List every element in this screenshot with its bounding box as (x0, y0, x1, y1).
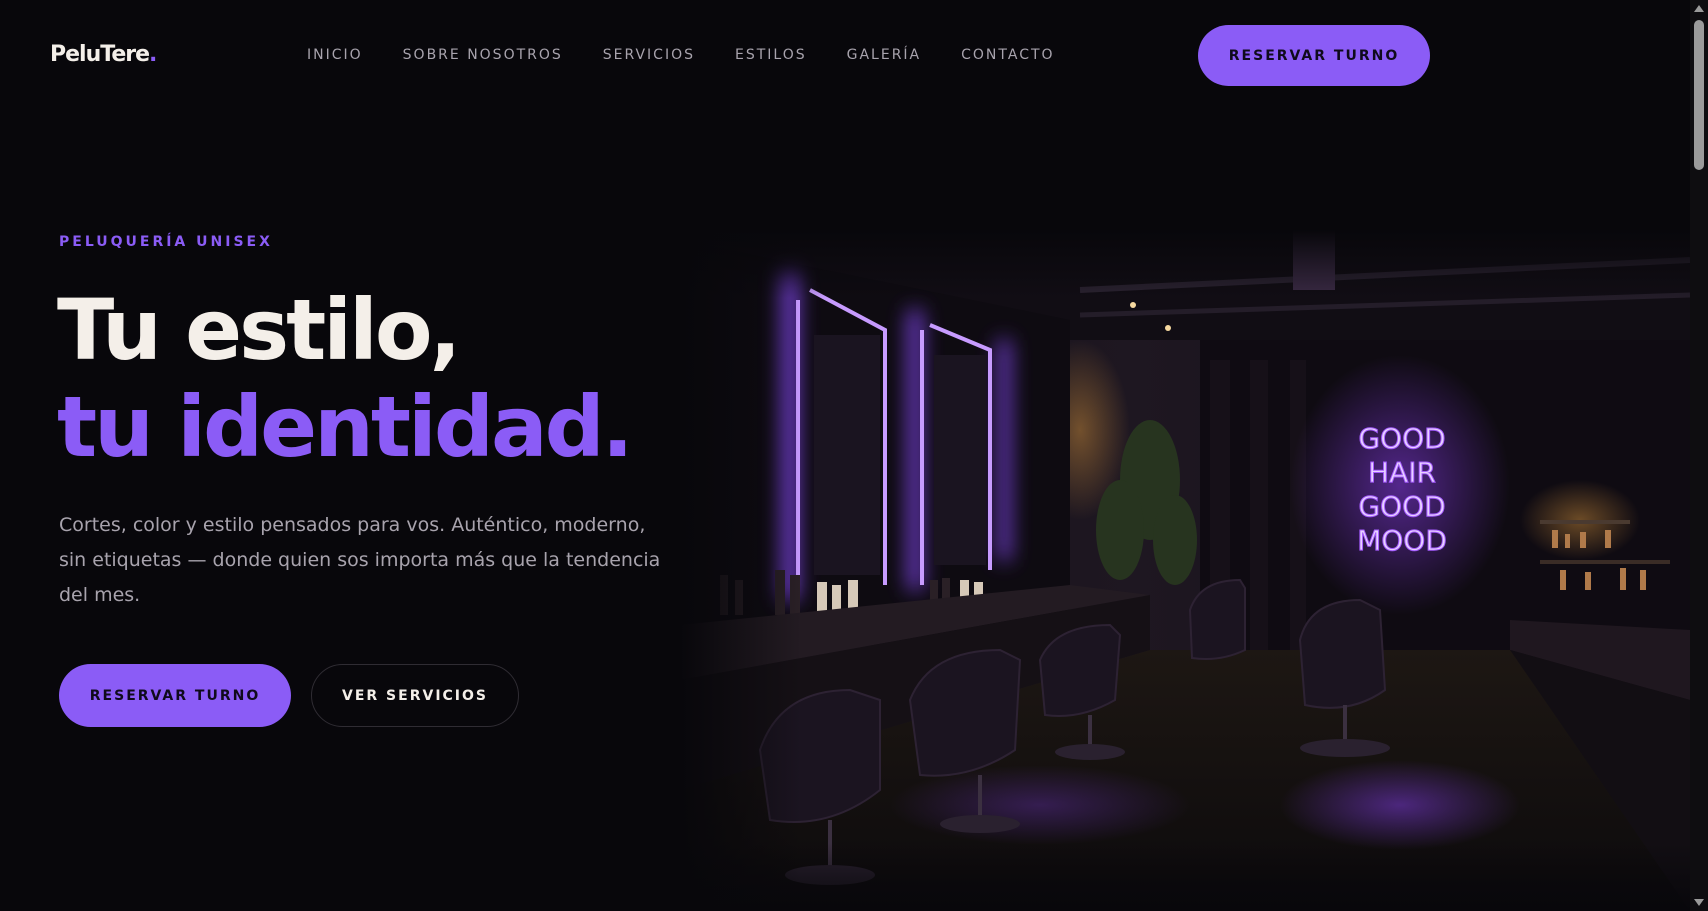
main-nav: INICIO SOBRE NOSOTROS SERVICIOS ESTILOS … (307, 47, 1055, 63)
hero-eyebrow: PELUQUERÍA UNISEX (59, 234, 273, 250)
neon-line-4: MOOD (1357, 524, 1447, 557)
nav-item-contacto[interactable]: CONTACTO (961, 47, 1054, 63)
nav-item-galeria[interactable]: GALERÍA (847, 47, 922, 63)
hero-title-line-2: tu identidad. (57, 378, 634, 476)
scroll-down-icon[interactable] (1694, 899, 1704, 906)
brand-logo[interactable]: PeluTere. (50, 42, 157, 67)
hero-salon-image: GOOD HAIR GOOD MOOD (680, 230, 1690, 911)
nav-item-estilos[interactable]: ESTILOS (735, 47, 807, 63)
nav-item-inicio[interactable]: INICIO (307, 47, 363, 63)
hero-book-button[interactable]: RESERVAR TURNO (59, 664, 291, 727)
neon-line-1: GOOD (1358, 422, 1445, 455)
nav-item-sobre-nosotros[interactable]: SOBRE NOSOTROS (403, 47, 563, 63)
landing-page: PeluTere. INICIO SOBRE NOSOTROS SERVICIO… (0, 0, 1708, 911)
hero-description: Cortes, color y estilo pensados para vos… (59, 514, 661, 606)
scrollbar-thumb[interactable] (1694, 20, 1704, 170)
hero-title: Tu estilo, tu identidad. (57, 281, 634, 476)
neon-line-2: HAIR (1368, 456, 1436, 489)
view-services-button[interactable]: VER SERVICIOS (311, 664, 519, 727)
neon-line-3: GOOD (1358, 490, 1445, 523)
brand-name: PeluTere (50, 42, 150, 67)
hero-title-line-1: Tu estilo, (57, 281, 461, 379)
header-book-button[interactable]: RESERVAR TURNO (1198, 25, 1430, 86)
page-scrollbar[interactable] (1690, 0, 1708, 911)
scroll-up-icon[interactable] (1694, 5, 1704, 12)
brand-dot: . (149, 42, 157, 67)
nav-item-servicios[interactable]: SERVICIOS (603, 47, 695, 63)
